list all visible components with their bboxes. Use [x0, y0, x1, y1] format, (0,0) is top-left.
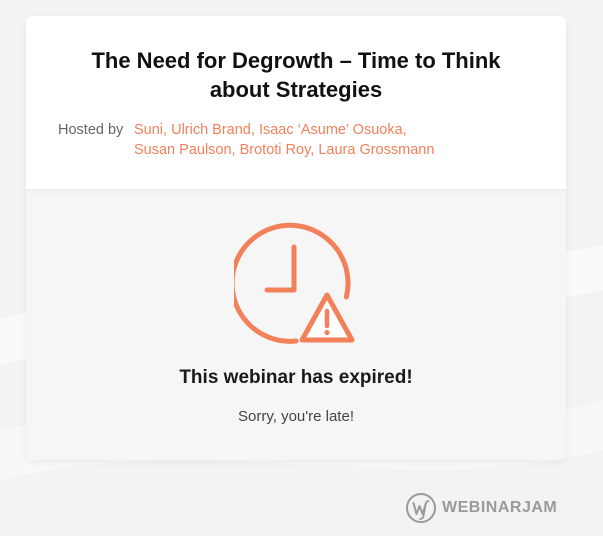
host-link-suni[interactable]: Suni [134, 122, 163, 138]
host-link-brototi-roy[interactable]: Brototi Roy [240, 142, 311, 158]
webinar-card: The Need for Degrowth – Time to Think ab… [26, 16, 566, 460]
host-separator: , [402, 122, 407, 138]
hosts-line-1: Hosted by Suni, Ulrich Brand, Isaac ‘Asum… [58, 120, 478, 140]
host-link-laura-grossmann[interactable]: Laura Grossmann [318, 142, 434, 158]
hosted-by-label: Hosted by [58, 122, 124, 138]
webinar-title: The Need for Degrowth – Time to Think ab… [91, 48, 501, 102]
webinarjam-logo-icon [406, 493, 436, 523]
expired-heading: This webinar has expired! [179, 367, 413, 388]
brand-name: WEBINARJAM [442, 499, 558, 516]
host-link-isaac-osuoka[interactable]: Isaac ‘Asume’ Osuoka [259, 122, 403, 138]
webinarjam-brand[interactable]: WEBINARJAM [405, 491, 557, 525]
host-separator: , [310, 142, 315, 158]
host-link-ulrich-brand[interactable]: Ulrich Brand [171, 122, 251, 138]
host-separator: , [250, 122, 255, 138]
clock-warning-icon [234, 222, 355, 344]
hosts-line-2: Susan Paulson, Brototi Roy, Laura Grossm… [58, 140, 478, 160]
host-separator: , [163, 122, 168, 138]
hosts-list: Hosted by Suni, Ulrich Brand, Isaac ‘Asum… [58, 120, 478, 160]
webinar-header: The Need for Degrowth – Time to Think ab… [26, 16, 566, 189]
expired-message: Sorry, you're late! [238, 408, 354, 425]
host-link-susan-paulson[interactable]: Susan Paulson [134, 142, 232, 158]
host-separator: , [231, 142, 236, 158]
